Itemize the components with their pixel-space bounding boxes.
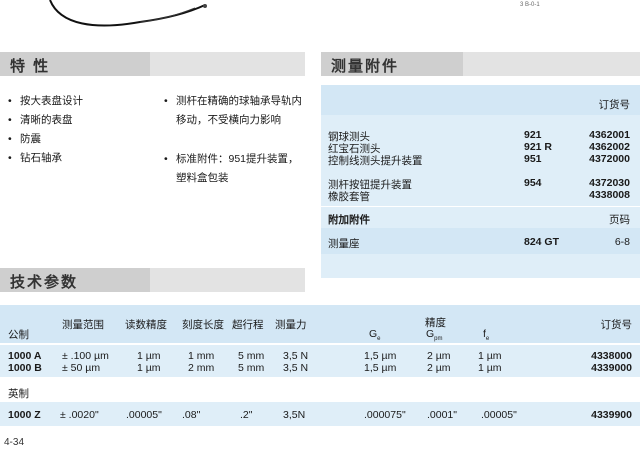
col-gpm: Gpm [426, 328, 443, 343]
model-cell: 1000 A [8, 350, 42, 362]
feature-item: • 测杆在精确的球轴承导轨内 [164, 95, 302, 107]
features-header-fill [150, 52, 305, 76]
reading-cell: .00005" [126, 409, 162, 421]
accessory-order: 4362001 [589, 129, 630, 141]
force-cell: 3,5 N [283, 350, 309, 362]
overtravel-cell: 5 mm [238, 350, 265, 362]
range-cell: ± 50 µm [62, 362, 101, 374]
reading-cell: 1 µm [137, 362, 161, 374]
feature-item: • 标准附件：951提升装置， [164, 153, 299, 165]
specs-title: 技术参数 [10, 274, 79, 291]
accessory-order: 4372000 [589, 153, 630, 165]
accessories-subheader [321, 85, 640, 115]
gpm-cell: 2 µm [427, 350, 451, 362]
imperial-label: 英制 [8, 388, 29, 400]
gauge-cable-illustration [49, 0, 207, 27]
feature-item-cont: 塑料盒包装 [176, 172, 229, 184]
col-f: fe [483, 328, 490, 343]
metric-label: 公制 [8, 329, 29, 341]
order-cell: 4339000 [591, 362, 632, 374]
page-number: 4-34 [4, 437, 25, 448]
accessories-title: 测量附件 [331, 58, 400, 75]
accessory-order: 4362002 [589, 141, 630, 153]
accessory-code: 954 [524, 177, 542, 189]
features-title: 特 性 [10, 58, 51, 75]
f-cell: 1 µm [478, 350, 502, 362]
specs-header: 技术参数 [0, 268, 150, 292]
accessories-header-fill [463, 52, 640, 76]
accessories-header: 测量附件 [321, 52, 463, 76]
accessory-name: 橡胶套管 [328, 191, 370, 203]
col-force: 测量力 [275, 319, 307, 331]
order-cell: 4339900 [591, 409, 632, 421]
scale-cell: 1 mm [188, 350, 215, 362]
col-scale: 刻度长度 [182, 319, 224, 331]
extra-accessory-name: 测量座 [328, 238, 360, 250]
feature-item: 清晰的表盘 [8, 111, 83, 130]
feature-item: 按大表盘设计 [8, 92, 83, 111]
col-order: 订货号 [600, 319, 633, 331]
force-cell: 3,5 N [283, 362, 309, 374]
range-cell: ± .0020" [60, 409, 99, 421]
col-overtravel: 超行程 [232, 319, 264, 331]
col-reading: 读数精度 [125, 319, 167, 331]
accessory-order: 4338008 [589, 189, 630, 201]
feature-item: 钻石轴承 [8, 149, 83, 168]
extra-accessory-code: 824 GT [524, 236, 560, 248]
scale-cell: .08" [182, 409, 201, 421]
features-list-left: 按大表盘设计 清晰的表盘 防震 钻石轴承 [8, 92, 83, 168]
extra-accessory-row [321, 228, 640, 254]
gpm-cell: 2 µm [427, 362, 451, 374]
model-cell: 1000 B [8, 362, 42, 374]
features-list-right: • 测杆在精确的球轴承导轨内 移动，不受横向力影响 • 标准附件：951提升装置， … [164, 92, 302, 188]
feature-item: 防震 [8, 130, 83, 149]
gpm-cell: .0001" [427, 409, 458, 421]
col-range: 测量范围 [62, 319, 104, 331]
scale-cell: 2 mm [188, 362, 215, 374]
figure-label: 3 B-0-1 [520, 2, 540, 8]
g-cell: .000075" [364, 409, 406, 421]
g-cell: 1,5 µm [364, 350, 397, 362]
accessory-code: 921 R [524, 141, 553, 153]
f-cell: .00005" [481, 409, 517, 421]
extra-accessories-title: 附加附件 [328, 214, 370, 226]
order-cell: 4338000 [591, 350, 632, 362]
accessories-divider [321, 206, 640, 207]
col-g: Ge [369, 328, 381, 343]
model-cell: 1000 Z [8, 409, 41, 421]
accessory-code: 951 [524, 153, 542, 165]
accessory-code: 921 [524, 129, 542, 141]
f-cell: 1 µm [478, 362, 502, 374]
features-header: 特 性 [0, 52, 150, 76]
extra-accessory-page: 6-8 [614, 236, 630, 248]
range-cell: ± .100 µm [62, 350, 109, 362]
force-cell: 3,5N [283, 409, 306, 421]
page-header: 页码 [609, 214, 630, 226]
overtravel-cell: .2" [240, 409, 253, 421]
accessory-name: 控制线测头提升装置 [328, 155, 423, 167]
reading-cell: 1 µm [137, 350, 161, 362]
g-cell: 1,5 µm [364, 362, 397, 374]
specs-header-fill [150, 268, 305, 292]
order-number-header: 订货号 [598, 99, 631, 111]
overtravel-cell: 5 mm [238, 362, 265, 374]
feature-item-cont: 移动，不受横向力影响 [176, 114, 281, 126]
accessory-order: 4372030 [589, 177, 630, 189]
